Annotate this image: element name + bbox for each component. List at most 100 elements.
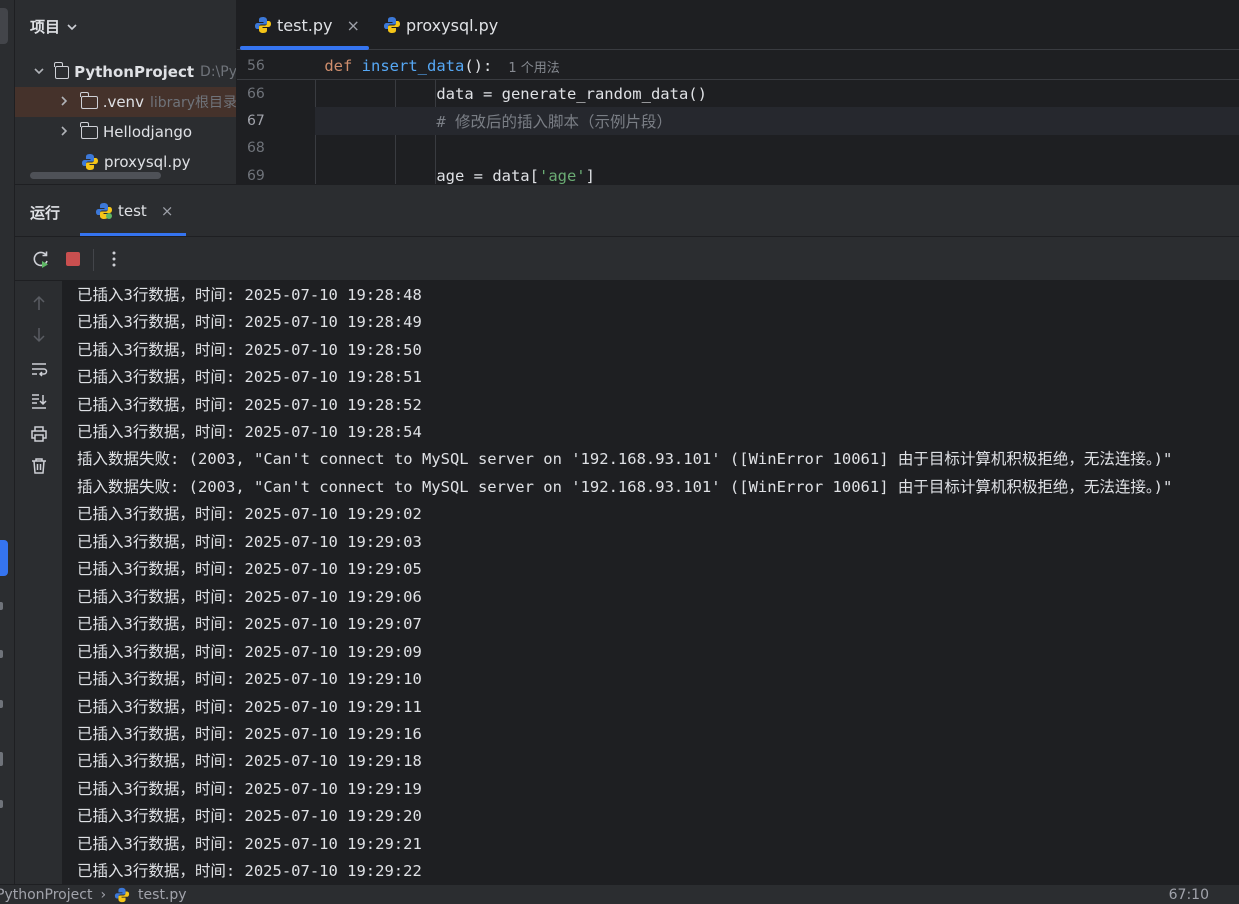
code-line[interactable]: age = data['age'] (315, 162, 1239, 184)
tab-label: proxysql.py (406, 15, 499, 35)
chevron-down-icon[interactable] (33, 65, 45, 80)
active-run-tab-indicator (80, 233, 186, 236)
project-tool-indicator[interactable] (0, 8, 8, 44)
scroll-up-button[interactable] (29, 293, 49, 313)
code-line[interactable] (315, 134, 1239, 162)
run-tab-label: test (118, 202, 147, 220)
print-button[interactable] (29, 424, 49, 444)
status-bar: PythonProject › test.py 67:10 (0, 884, 1239, 904)
scroll-down-button[interactable] (29, 325, 49, 345)
tree-item-label: Hellodjango (103, 123, 193, 141)
tree-item-venv[interactable]: .venv library根目录 (15, 87, 237, 117)
scroll-to-end-icon (32, 394, 47, 409)
tree-item-label: proxysql.py (104, 153, 191, 171)
more-icon (112, 251, 116, 267)
editor-area: test.py × proxysql.py def insert_data ():… (237, 0, 1239, 184)
more-options-button[interactable] (104, 249, 124, 269)
tool-dot[interactable] (0, 700, 3, 708)
trash-icon (32, 458, 46, 474)
rerun-icon (33, 251, 48, 268)
console-output[interactable]: 已插入3行数据，时间: 2025-07-10 19:28:48 已插入3行数据，时… (63, 281, 1239, 885)
line-number[interactable]: 67 (237, 107, 315, 135)
code-line[interactable]: data = generate_random_data() (315, 80, 1239, 108)
run-tool-indicator[interactable] (0, 540, 8, 576)
tab-proxysql-py[interactable]: proxysql.py (383, 0, 498, 50)
code-line[interactable]: # 修改后的插入脚本（示例片段） (315, 107, 1239, 135)
stop-button[interactable] (63, 249, 83, 269)
tree-item-label: .venv (102, 93, 144, 111)
run-toolbar (15, 237, 1239, 281)
console-line: 已插入3行数据，时间: 2025-07-10 19:29:09 (77, 642, 422, 661)
tool-dot[interactable] (0, 602, 3, 610)
python-file-icon (114, 887, 130, 903)
run-panel-header: 运行 test × (15, 185, 1239, 237)
sticky-header-separator (237, 79, 1239, 80)
console-line: 已插入3行数据，时间: 2025-07-10 19:29:02 (77, 505, 422, 524)
console-line: 已插入3行数据，时间: 2025-07-10 19:29:03 (77, 532, 422, 551)
print-icon (31, 426, 47, 442)
tool-dot[interactable] (0, 650, 3, 658)
console-line: 已插入3行数据，时间: 2025-07-10 19:28:49 (77, 313, 422, 332)
tab-test-py[interactable]: test.py × (254, 0, 360, 50)
code-line[interactable]: def insert_data (): 1 个用法 (315, 52, 1239, 80)
console-line: 已插入3行数据，时间: 2025-07-10 19:29:22 (77, 862, 422, 881)
clear-console-button[interactable] (29, 456, 49, 476)
scroll-to-end-button[interactable] (29, 391, 49, 411)
code-token: insert_data (361, 57, 465, 75)
console-line: 已插入3行数据，时间: 2025-07-10 19:29:05 (77, 560, 422, 579)
breadcrumb: PythonProject › test.py (0, 887, 187, 903)
tree-item-root[interactable]: PythonProject D:\Py (15, 57, 237, 87)
python-file-icon (96, 203, 112, 219)
project-panel: 项目 PythonProject D:\Py .venv library根目录 … (15, 0, 237, 184)
breadcrumb-project[interactable]: PythonProject (0, 887, 92, 903)
soft-wrap-button[interactable] (29, 359, 49, 379)
line-number[interactable]: 66 (237, 80, 315, 108)
tree-item-path: D:\Py (200, 64, 237, 80)
tool-dot[interactable] (0, 752, 3, 766)
code-token: age = data[ (324, 167, 539, 184)
project-panel-header[interactable]: 项目 (30, 16, 78, 37)
rerun-button[interactable] (31, 249, 51, 269)
caret-position[interactable]: 67:10 (1169, 887, 1209, 903)
line-number[interactable]: 68 (237, 134, 315, 162)
toolbar-separator (93, 249, 94, 271)
tree-item-hellodjango[interactable]: Hellodjango (15, 117, 236, 147)
tree-item-label: PythonProject (74, 63, 195, 81)
line-number[interactable]: 56 (237, 52, 315, 80)
run-tab-test[interactable]: test × (80, 185, 186, 237)
console-line: 已插入3行数据，时间: 2025-07-10 19:29:06 (77, 587, 422, 606)
code-token: # 修改后的插入脚本（示例片段） (324, 113, 672, 131)
close-icon[interactable]: × (346, 16, 359, 35)
line-number[interactable]: 69 (237, 162, 315, 184)
console-line: 已插入3行数据，时间: 2025-07-10 19:28:52 (77, 395, 422, 414)
console-line: 已插入3行数据，时间: 2025-07-10 19:29:10 (77, 670, 422, 689)
folder-icon (54, 61, 70, 79)
code-token: 'age' (538, 167, 586, 184)
console-line: 已插入3行数据，时间: 2025-07-10 19:28:54 (77, 423, 422, 441)
code-token: ] (585, 167, 595, 184)
usage-hint[interactable]: 1 个用法 (508, 57, 559, 76)
editor-tab-bar: test.py × proxysql.py (237, 0, 1239, 50)
console-line: 已插入3行数据，时间: 2025-07-10 19:29:19 (77, 779, 422, 798)
folder-icon (80, 91, 98, 109)
chevron-right-icon[interactable] (57, 125, 71, 140)
horizontal-scrollbar[interactable] (30, 172, 161, 179)
breadcrumb-file[interactable]: test.py (138, 887, 187, 903)
chevron-down-icon (67, 23, 77, 30)
active-tab-indicator (240, 46, 369, 50)
tool-dot[interactable] (0, 800, 3, 808)
chevron-right-icon[interactable] (57, 95, 71, 110)
close-icon[interactable]: × (161, 202, 174, 220)
code-token: data = generate_random_data() (324, 85, 707, 103)
scroll-up-icon (33, 295, 45, 310)
soft-wrap-icon (32, 363, 48, 377)
project-panel-title: 项目 (30, 18, 61, 36)
console-line: 已插入3行数据，时间: 2025-07-10 19:28:50 (77, 340, 422, 359)
console-line: 已插入3行数据，时间: 2025-07-10 19:28:51 (77, 368, 422, 387)
console-line: 已插入3行数据，时间: 2025-07-10 19:29:07 (77, 615, 422, 634)
console-line: 插入数据失败: (2003, "Can't connect to MySQL s… (77, 450, 1173, 469)
scroll-down-icon (33, 328, 45, 343)
tree-item-hint: library根目录 (149, 95, 237, 111)
